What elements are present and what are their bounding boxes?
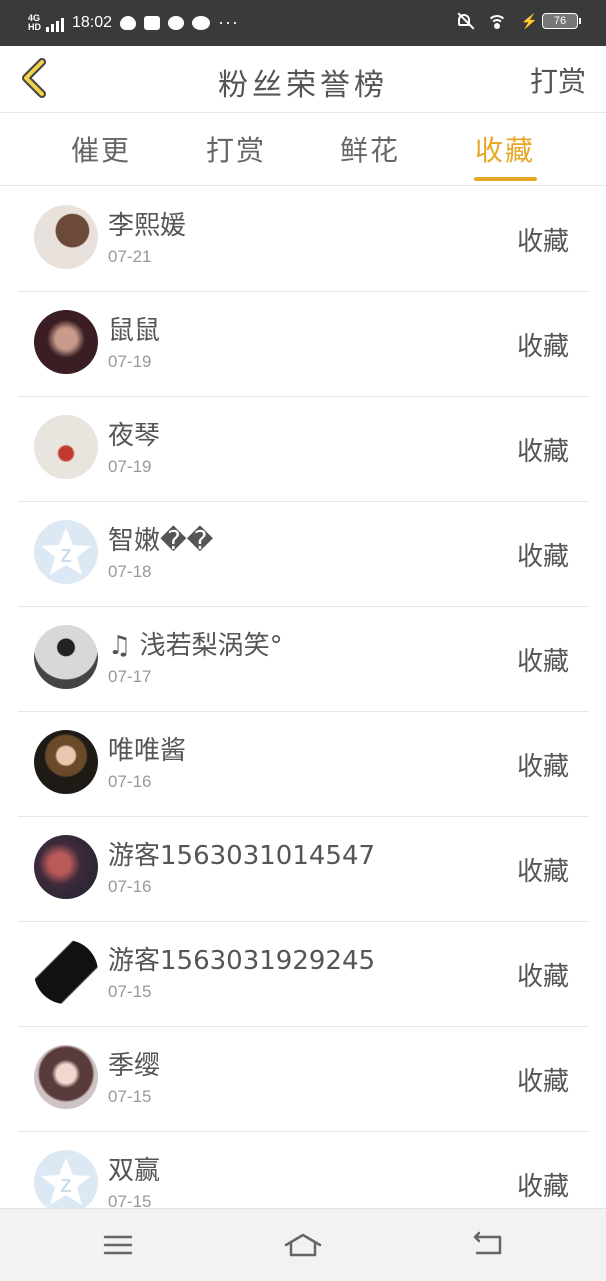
battery-indicator: ⚡ 76 <box>520 12 581 30</box>
list-item[interactable]: 李熙媛 07-21 收藏 <box>18 187 589 292</box>
tab-favorites[interactable]: 收藏 <box>455 129 555 169</box>
list-item[interactable]: Z 智嫩�� 07-18 收藏 <box>18 502 589 607</box>
fan-action: 收藏 <box>516 647 569 677</box>
wechat-icon <box>192 15 211 30</box>
home-icon <box>284 1233 322 1257</box>
fan-name: 季缨 <box>108 1051 161 1081</box>
avatar <box>34 1045 98 1109</box>
fan-date: 07-16 <box>108 877 152 896</box>
avatar: Z <box>34 520 98 584</box>
active-tab-indicator <box>474 177 537 181</box>
home-button[interactable] <box>283 1229 323 1261</box>
signal-icon: 4G HD <box>28 13 64 32</box>
fan-name: ♫ 浅若梨涡笑° <box>108 631 283 661</box>
fan-action: 收藏 <box>516 1067 569 1097</box>
svg-text:Z: Z <box>61 546 72 566</box>
fan-action: 收藏 <box>516 437 569 467</box>
fan-date: 07-17 <box>108 667 152 686</box>
app-header: 粉丝荣誉榜 打赏 <box>0 46 606 113</box>
fan-action: 收藏 <box>516 962 569 992</box>
avatar <box>34 730 98 794</box>
tab-bar: 催更 打赏 鲜花 收藏 <box>0 113 606 186</box>
fan-name: 鼠鼠 <box>108 316 161 346</box>
fan-action: 收藏 <box>516 332 569 362</box>
fan-action: 收藏 <box>516 227 569 257</box>
reward-button[interactable]: 打赏 <box>530 60 586 100</box>
tab-reward[interactable]: 打赏 <box>186 129 286 169</box>
tab-urge-update[interactable]: 催更 <box>51 129 151 169</box>
list-item[interactable]: 游客1563031929245 07-15 收藏 <box>18 922 589 1027</box>
menu-icon <box>103 1235 133 1255</box>
fan-date: 07-15 <box>108 982 152 1001</box>
svg-text:Z: Z <box>61 1176 72 1196</box>
avatar <box>34 835 98 899</box>
avatar <box>34 205 98 269</box>
fan-date: 07-19 <box>108 457 152 476</box>
fan-name: 双赢 <box>108 1156 161 1186</box>
fan-date: 07-19 <box>108 352 152 371</box>
fan-name: 智嫩�� <box>108 526 214 556</box>
status-right: ⚡ 76 <box>455 12 581 30</box>
fan-date: 07-15 <box>108 1087 152 1106</box>
avatar <box>34 310 98 374</box>
list-item[interactable]: 夜琴 07-19 收藏 <box>18 397 589 502</box>
status-bar: 4G HD 18:02 ··· ⚡ 76 <box>0 0 606 46</box>
page-title: 粉丝荣誉榜 <box>218 68 388 103</box>
clock: 18:02 <box>72 13 113 31</box>
status-left: 4G HD 18:02 ··· <box>28 12 239 33</box>
avatar: Z <box>34 1150 98 1214</box>
default-avatar-star-icon: Z <box>41 528 91 575</box>
fan-action: 收藏 <box>516 752 569 782</box>
fan-action: 收藏 <box>516 1172 569 1202</box>
list-item[interactable]: 游客1563031014547 07-16 收藏 <box>18 817 589 922</box>
fan-name: 游客1563031929245 <box>108 946 376 976</box>
fan-action: 收藏 <box>516 857 569 887</box>
battery-level: 76 <box>542 13 581 29</box>
avatar <box>34 625 98 689</box>
fan-action: 收藏 <box>516 542 569 572</box>
charging-icon: ⚡ <box>520 12 538 29</box>
list-item[interactable]: 鼠鼠 07-19 收藏 <box>18 292 589 397</box>
message-icon <box>168 15 185 30</box>
back-nav-button[interactable] <box>468 1229 508 1261</box>
tab-flowers[interactable]: 鲜花 <box>320 129 420 169</box>
fan-name: 李熙媛 <box>108 211 187 241</box>
wifi-icon <box>486 13 507 29</box>
system-nav-bar <box>0 1208 606 1281</box>
fan-name: 唯唯酱 <box>108 736 187 766</box>
fan-name: 游客1563031014547 <box>108 841 376 871</box>
menu-button[interactable] <box>98 1229 138 1261</box>
fan-date: 07-16 <box>108 772 152 791</box>
list-item[interactable]: 季缨 07-15 收藏 <box>18 1027 589 1132</box>
more-notifications-icon: ··· <box>218 12 240 32</box>
alipay-icon <box>144 15 161 30</box>
back-icon <box>473 1231 502 1255</box>
fan-date: 07-21 <box>108 247 152 266</box>
mute-bell-icon <box>455 12 473 30</box>
default-avatar-star-icon: Z <box>41 1158 91 1205</box>
list-item[interactable]: 唯唯酱 07-16 收藏 <box>18 712 589 817</box>
cloud-icon <box>120 15 137 30</box>
fan-date: 07-18 <box>108 562 152 581</box>
avatar <box>34 940 98 1004</box>
fan-name: 夜琴 <box>108 421 161 451</box>
avatar <box>34 415 98 479</box>
list-item[interactable]: ♫ 浅若梨涡笑° 07-17 收藏 <box>18 607 589 712</box>
